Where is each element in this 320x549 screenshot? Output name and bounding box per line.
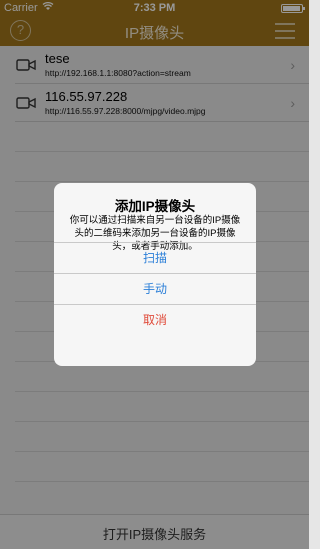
dialog-title: 添加IP摄像头 — [114, 199, 196, 214]
scan-button[interactable]: 扫描 — [54, 242, 256, 273]
manual-button[interactable]: 手动 — [54, 273, 256, 304]
add-camera-dialog: 添加IP摄像头 你可以通过扫描来自另一台设备的IP摄像头的二维码来添加另一台设备… — [54, 183, 256, 366]
cancel-button[interactable]: 取消 — [54, 304, 256, 335]
